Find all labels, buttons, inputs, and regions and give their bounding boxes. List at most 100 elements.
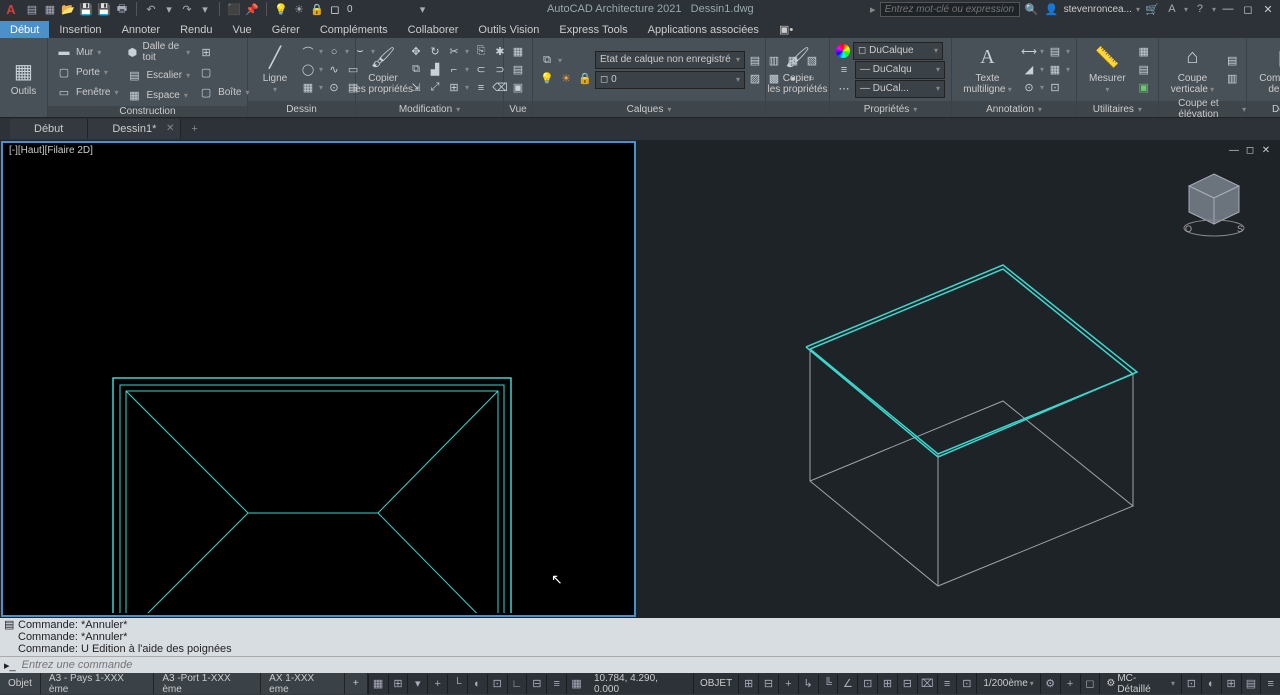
command-input[interactable] [22, 659, 1276, 671]
grid-button[interactable]: ⊞ [196, 43, 251, 61]
tab-apps[interactable]: Applications associées [638, 21, 769, 38]
doctab-dessin1[interactable]: Dessin1*✕ [88, 119, 181, 139]
mesurer-button[interactable]: 📏 Mesurer ▾ [1083, 43, 1132, 97]
layer-dropdown[interactable]: ▾ [415, 1, 431, 17]
tab-outilsvision[interactable]: Outils Vision [468, 21, 549, 38]
undo-dropdown[interactable]: ▾ [161, 1, 177, 17]
plot-icon[interactable]: 🖶 [114, 1, 130, 17]
copyprop2-button[interactable]: 🖌 Copier les propriétés [772, 43, 823, 97]
tab-insertion[interactable]: Insertion [49, 21, 111, 38]
move-icon[interactable]: ✥ [408, 44, 424, 60]
texte-button[interactable]: A Texte multiligne ▾ [958, 43, 1017, 97]
status-detail[interactable]: ⚙MC-Détaillé▾ [1099, 673, 1181, 694]
vp-max[interactable]: ◻ [1243, 143, 1257, 157]
spline-icon[interactable]: ∿ [326, 62, 342, 78]
status-s3-icon[interactable]: + [778, 674, 798, 694]
bulb-icon[interactable]: 💡 [273, 1, 289, 17]
status-model-icon[interactable]: ▦ [368, 674, 388, 694]
mur-button[interactable]: ▬Mur▾ [54, 43, 120, 61]
rotate-icon[interactable]: ↻ [427, 44, 443, 60]
app-logo[interactable]: A [0, 0, 22, 18]
status-s2-icon[interactable]: ⊟ [758, 674, 778, 694]
redo-icon[interactable]: ↷ [179, 1, 195, 17]
porte-button[interactable]: ▢Porte▾ [54, 63, 120, 81]
doctab-start[interactable]: Début [10, 119, 88, 139]
status-s9-icon[interactable]: ⊟ [897, 674, 917, 694]
dalletoit-button[interactable]: ⬢Dalle de toit▾ [124, 40, 192, 64]
layer-current-dropdown[interactable]: ◻ 0▾ [595, 71, 745, 89]
status-grid-drop[interactable]: ▾ [407, 674, 427, 694]
panel-coupe[interactable]: Coupe et élévation ▾ [1159, 101, 1247, 117]
tab-rendu[interactable]: Rendu [170, 21, 222, 38]
lineweight-dropdown[interactable]: — DuCalqu▾ [855, 61, 945, 79]
vp-min[interactable]: — [1227, 143, 1241, 157]
status-coords[interactable]: 10.784, 4.290, 0.000 [586, 673, 693, 695]
status-objectsnap[interactable]: OBJET [693, 673, 738, 694]
fenetre-button[interactable]: ▭Fenêtre▾ [54, 83, 120, 101]
workspace-icon[interactable]: ⬛ [226, 1, 242, 17]
panel-proprietes[interactable]: Propriétés ▾ [830, 101, 951, 117]
tab-express[interactable]: Express Tools [549, 21, 637, 38]
status-p1-icon[interactable]: + [1060, 674, 1080, 694]
elev1-icon[interactable]: ▤ [1224, 53, 1240, 69]
tab-gerer[interactable]: Gérer [262, 21, 310, 38]
status-dynuc-icon[interactable]: ∟ [507, 674, 527, 694]
layer-state-dropdown[interactable]: Etat de calque non enregistré▾ [595, 51, 745, 69]
layp1-icon[interactable]: ▤ [747, 53, 763, 69]
status-gear-icon[interactable]: ⚙ [1040, 674, 1060, 694]
lock-icon[interactable]: 🔒 [309, 1, 325, 17]
status-scale[interactable]: 1/200ème▾ [976, 673, 1040, 694]
panel-utilitaires[interactable]: Utilitaires ▾ [1077, 101, 1158, 117]
sunlayer-icon[interactable]: ☀ [558, 71, 574, 87]
viewcube[interactable]: O S [1179, 166, 1249, 241]
dim3-icon[interactable]: ◢ [1021, 62, 1037, 78]
status-q4-icon[interactable]: ▤ [1241, 674, 1261, 694]
saveas-icon[interactable]: 💾 [96, 1, 112, 17]
espace-button[interactable]: ▦Espace▾ [124, 86, 192, 104]
linetype-icon[interactable]: ⋯ [836, 81, 852, 97]
tab-complements[interactable]: Compléments [310, 21, 398, 38]
details-button[interactable]: ▦ Composants de détail [1253, 43, 1280, 97]
join-icon[interactable]: ⊂ [473, 62, 489, 78]
panel-modification[interactable]: Modification ▾ [356, 101, 503, 117]
status-s4-icon[interactable]: ↳ [798, 674, 818, 694]
status-layout-plus[interactable]: + [345, 673, 368, 694]
status-lw-icon[interactable]: ≡ [546, 674, 566, 694]
view3-icon[interactable]: ▣ [510, 80, 526, 96]
maximize-button[interactable]: ◻ [1240, 1, 1256, 17]
dim2-icon[interactable]: ▤ [1047, 44, 1063, 60]
dim5-icon[interactable]: ⊙ [1021, 80, 1037, 96]
status-p2-icon[interactable]: ◻ [1080, 674, 1100, 694]
status-q1-icon[interactable]: ⊡ [1181, 674, 1201, 694]
laycopy-icon[interactable]: ⧉ [539, 53, 555, 69]
viewport-iso[interactable]: — ◻ ✕ [638, 141, 1279, 617]
menu-icon[interactable]: ▤ [24, 1, 40, 17]
trim-icon[interactable]: ✂ [446, 44, 462, 60]
autodesk-icon[interactable]: A [1164, 1, 1180, 17]
block-button[interactable]: ▢ [196, 63, 251, 81]
search-icon[interactable]: 🔍 [1024, 1, 1040, 17]
status-snap-icon[interactable]: └ [447, 674, 467, 694]
mirror-icon[interactable]: ▟ [427, 62, 443, 78]
fillet-icon[interactable]: ⌐ [446, 62, 462, 78]
status-q3-icon[interactable]: ⊞ [1221, 674, 1241, 694]
status-menu-icon[interactable]: ≡ [1260, 674, 1280, 694]
dim1-icon[interactable]: ⟷ [1021, 44, 1037, 60]
copy-icon[interactable]: ⧉ [408, 62, 424, 78]
pin-icon[interactable]: 📌 [244, 1, 260, 17]
layp5-icon[interactable]: ▨ [747, 71, 763, 87]
status-polar-icon[interactable]: ◐ [467, 674, 487, 694]
copier-prop-button[interactable]: 🖌 Copier les propriétés [362, 43, 404, 97]
status-s10-icon[interactable]: ⌧ [917, 674, 937, 694]
view2-icon[interactable]: ▤ [510, 62, 526, 78]
status-layout3[interactable]: AX 1-XXX eme [261, 673, 345, 694]
dim6-icon[interactable]: ⊡ [1047, 80, 1063, 96]
command-window[interactable]: ▤Commande: *Annuler* Commande: *Annuler*… [0, 618, 1280, 673]
tab-annoter[interactable]: Annoter [112, 21, 171, 38]
status-s11-icon[interactable]: ≡ [937, 674, 957, 694]
panel-annotation[interactable]: Annotation ▾ [952, 101, 1076, 117]
dim4-icon[interactable]: ▦ [1047, 62, 1063, 78]
view1-icon[interactable]: ▦ [510, 44, 526, 60]
tab-debut[interactable]: Début [0, 21, 49, 38]
status-ortho-icon[interactable]: + [427, 674, 447, 694]
